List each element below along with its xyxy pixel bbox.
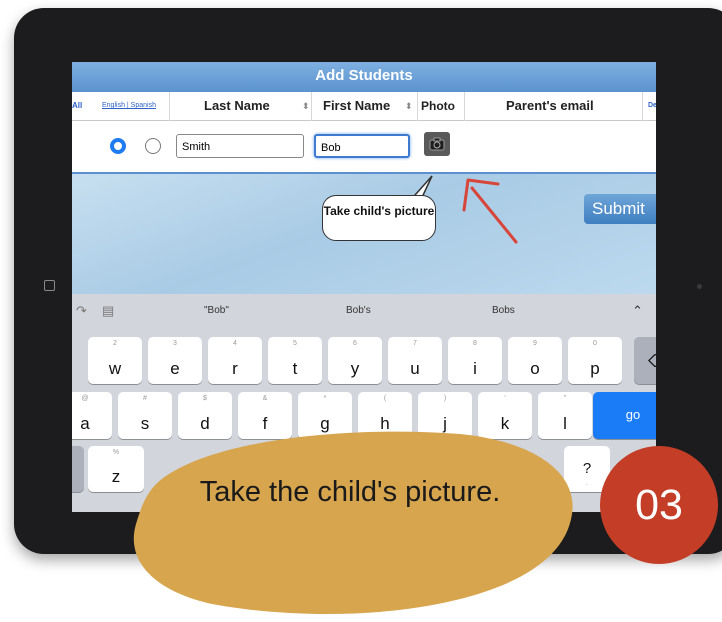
table-row: Smith Bob xyxy=(72,121,656,174)
submit-button[interactable]: Submit xyxy=(584,194,656,224)
chevron-up-icon[interactable]: ⌃ xyxy=(632,294,643,328)
keyboard-key[interactable]: @ a xyxy=(72,392,112,439)
last-name-input[interactable]: Smith xyxy=(176,134,304,158)
keyboard-key[interactable]: 9o xyxy=(508,337,562,384)
keyboard-key[interactable]: 0p xyxy=(568,337,622,384)
suggestion-item[interactable]: Bob's xyxy=(346,294,371,328)
header-last-name[interactable]: Last Name xyxy=(204,92,270,120)
page-title: Add Students xyxy=(315,67,413,84)
keyboard-key[interactable]: 4r xyxy=(208,337,262,384)
suggestion-item[interactable]: Bobs xyxy=(492,294,515,328)
header-photo: Photo xyxy=(421,99,455,113)
first-name-input[interactable]: Bob xyxy=(314,134,410,158)
go-button[interactable]: go xyxy=(593,392,656,439)
caption-text: Take the child's picture. xyxy=(199,476,501,508)
header-all[interactable]: All xyxy=(72,92,82,120)
sort-arrows-icon[interactable]: ⬍ xyxy=(405,92,413,120)
title-bar: Add Students xyxy=(72,62,656,92)
keyboard-key[interactable]: 6y xyxy=(328,337,382,384)
table-header: All English | Spanish Last Name ⬍ First … xyxy=(72,92,656,121)
keyboard-key[interactable]: 7u xyxy=(388,337,442,384)
clipboard-icon[interactable]: ▤ xyxy=(102,294,114,328)
header-first-name[interactable]: First Name xyxy=(323,92,390,120)
caption-blob xyxy=(133,431,573,614)
header-parent-email: Parent's email xyxy=(506,98,594,113)
home-button[interactable] xyxy=(44,280,55,291)
front-camera xyxy=(697,284,702,289)
keyboard-key[interactable]: 8i xyxy=(448,337,502,384)
keyboard-key[interactable]: 5t xyxy=(268,337,322,384)
suggestion-item[interactable]: "Bob" xyxy=(204,294,229,328)
header-language-toggle[interactable]: English | Spanish xyxy=(102,92,156,120)
keyboard-key[interactable]: 3e xyxy=(148,337,202,384)
callout-bubble: Take child's picture xyxy=(322,195,436,241)
suggestion-bar: ↷ ▤ "Bob" Bob's Bobs ⌃ xyxy=(72,294,656,328)
header-delete[interactable]: De xyxy=(648,92,656,120)
arrow-icon xyxy=(462,178,518,244)
step-badge: 03 xyxy=(600,446,718,564)
redo-icon[interactable]: ↷ xyxy=(76,294,87,328)
delete-icon[interactable]: ⌫ xyxy=(634,337,656,384)
radio-english[interactable] xyxy=(110,138,126,154)
shift-key[interactable] xyxy=(72,446,84,492)
radio-spanish[interactable] xyxy=(145,138,161,154)
camera-icon[interactable] xyxy=(424,132,450,156)
keyboard-key[interactable]: 2w xyxy=(88,337,142,384)
sort-arrows-icon[interactable]: ⬍ xyxy=(302,92,310,120)
